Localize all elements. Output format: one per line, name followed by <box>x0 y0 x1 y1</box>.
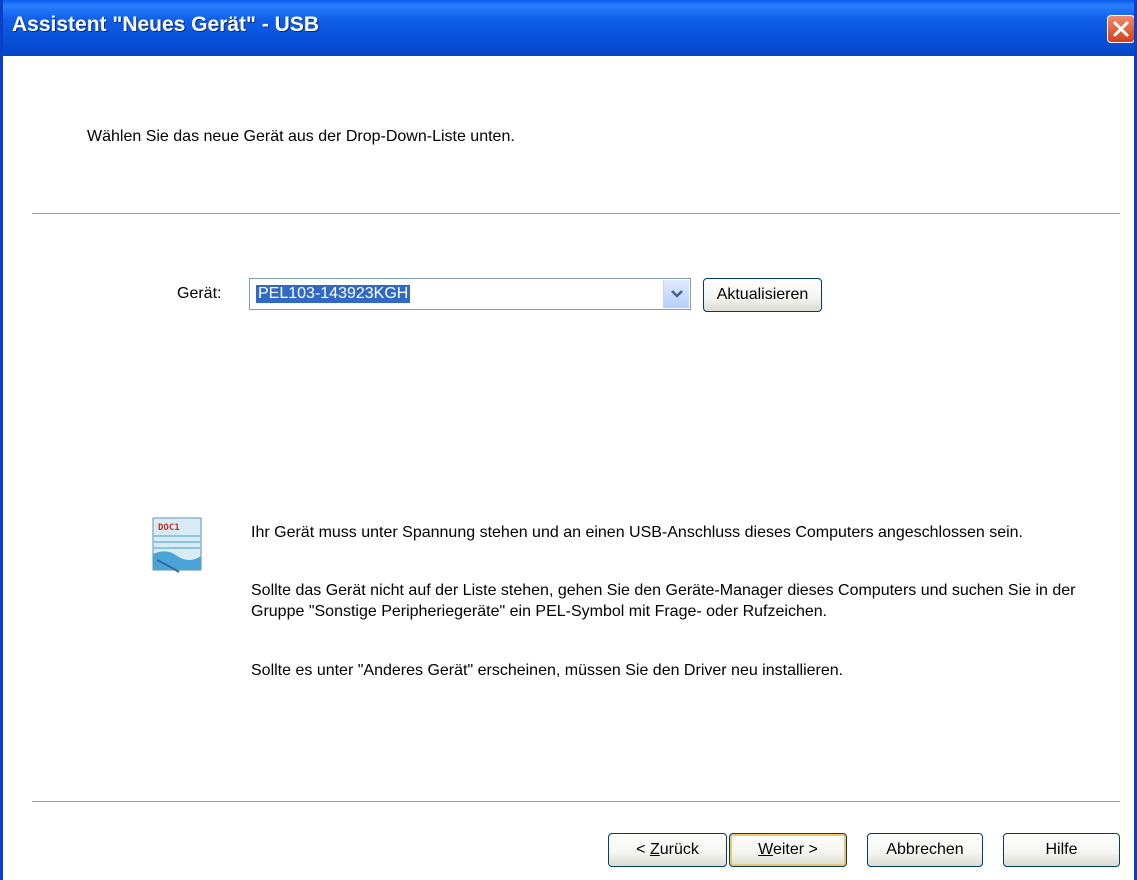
info-line-3: Sollte es unter "Anderes Gerät" erschein… <box>251 662 844 679</box>
help-button[interactable]: Hilfe <box>1003 833 1120 867</box>
back-button-mnemonic: Z <box>649 841 660 858</box>
close-button[interactable] <box>1107 15 1134 43</box>
info-line-1: Ihr Gerät muss unter Spannung stehen und… <box>251 524 1023 541</box>
back-button[interactable]: < Zurück <box>608 833 727 867</box>
device-dropdown[interactable]: PEL103-143923KGH <box>249 278 691 310</box>
title-bar[interactable]: Assistent "Neues Gerät" - USB <box>3 0 1134 56</box>
chevron-down-icon <box>671 290 683 298</box>
device-label: Gerät: <box>177 285 222 302</box>
dropdown-arrow-button[interactable] <box>663 280 689 308</box>
document-icon: DOC1 <box>152 517 202 573</box>
back-button-prefix: < <box>636 841 650 858</box>
next-button-mnemonic: W <box>758 841 773 858</box>
bottom-separator <box>32 801 1120 803</box>
info-line-2: Sollte das Gerät nicht auf der Liste ste… <box>251 582 1076 620</box>
next-button-label: eiter > <box>772 841 818 858</box>
top-separator <box>32 213 1120 215</box>
next-button[interactable]: Weiter > <box>729 833 847 867</box>
back-button-label: urück <box>659 841 699 858</box>
refresh-button-label: Aktualisieren <box>716 286 809 303</box>
close-icon <box>1113 21 1129 37</box>
instruction-text: Wählen Sie das neue Gerät aus der Drop-D… <box>87 128 515 145</box>
document-icon-text: DOC1 <box>158 523 180 533</box>
refresh-button[interactable]: Aktualisieren <box>703 278 822 312</box>
window-title: Assistent "Neues Gerät" - USB <box>12 13 320 36</box>
cancel-button[interactable]: Abbrechen <box>867 833 983 867</box>
device-dropdown-value: PEL103-143923KGH <box>256 285 411 303</box>
help-button-label: Hilfe <box>1045 841 1078 858</box>
wizard-window: Assistent "Neues Gerät" - USB Wählen Sie… <box>0 0 1137 880</box>
cancel-button-label: Abbrechen <box>886 841 964 858</box>
